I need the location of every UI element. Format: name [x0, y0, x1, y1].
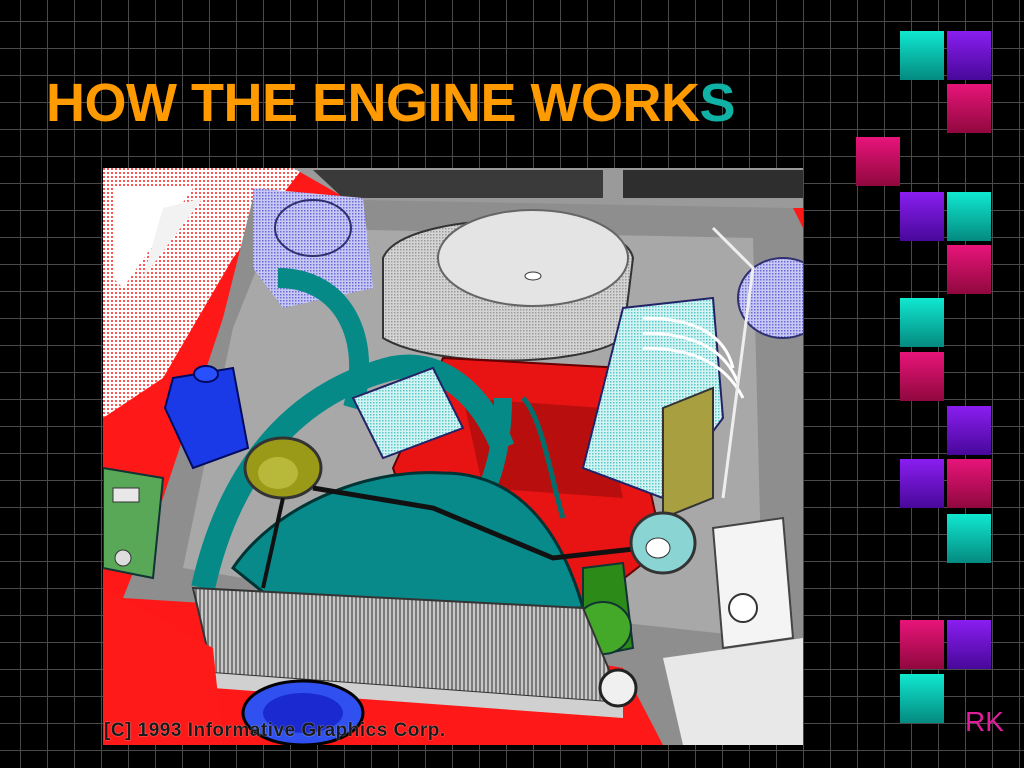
decor-tile-purple — [900, 459, 944, 508]
decor-tile-teal — [947, 514, 991, 563]
decor-tile-teal — [900, 31, 944, 80]
decor-tile-purple — [947, 406, 991, 455]
slide-title-main: HOW THE ENGINE WORK — [46, 73, 700, 133]
decor-tile-teal — [947, 192, 991, 241]
decor-tile-magenta — [947, 459, 991, 508]
decor-tile-teal — [900, 298, 944, 347]
decor-tile-purple — [947, 31, 991, 80]
decor-tile-teal — [900, 674, 944, 723]
decor-tile-magenta — [947, 245, 991, 294]
slide-title-last-letter: S — [699, 73, 736, 133]
decor-tile-purple — [947, 620, 991, 669]
slide-title: HOW THE ENGINE WORKS — [46, 73, 736, 133]
decor-tile-magenta — [856, 137, 900, 186]
copyright-caption: [C] 1993 Informative Graphics Corp. — [104, 720, 446, 741]
decor-tile-magenta — [900, 620, 944, 669]
decor-tile-magenta — [900, 352, 944, 401]
decor-tile-magenta — [947, 84, 991, 133]
engine-illustration — [103, 168, 803, 745]
author-initials: RK — [965, 706, 1004, 737]
decor-tile-purple — [900, 192, 944, 241]
